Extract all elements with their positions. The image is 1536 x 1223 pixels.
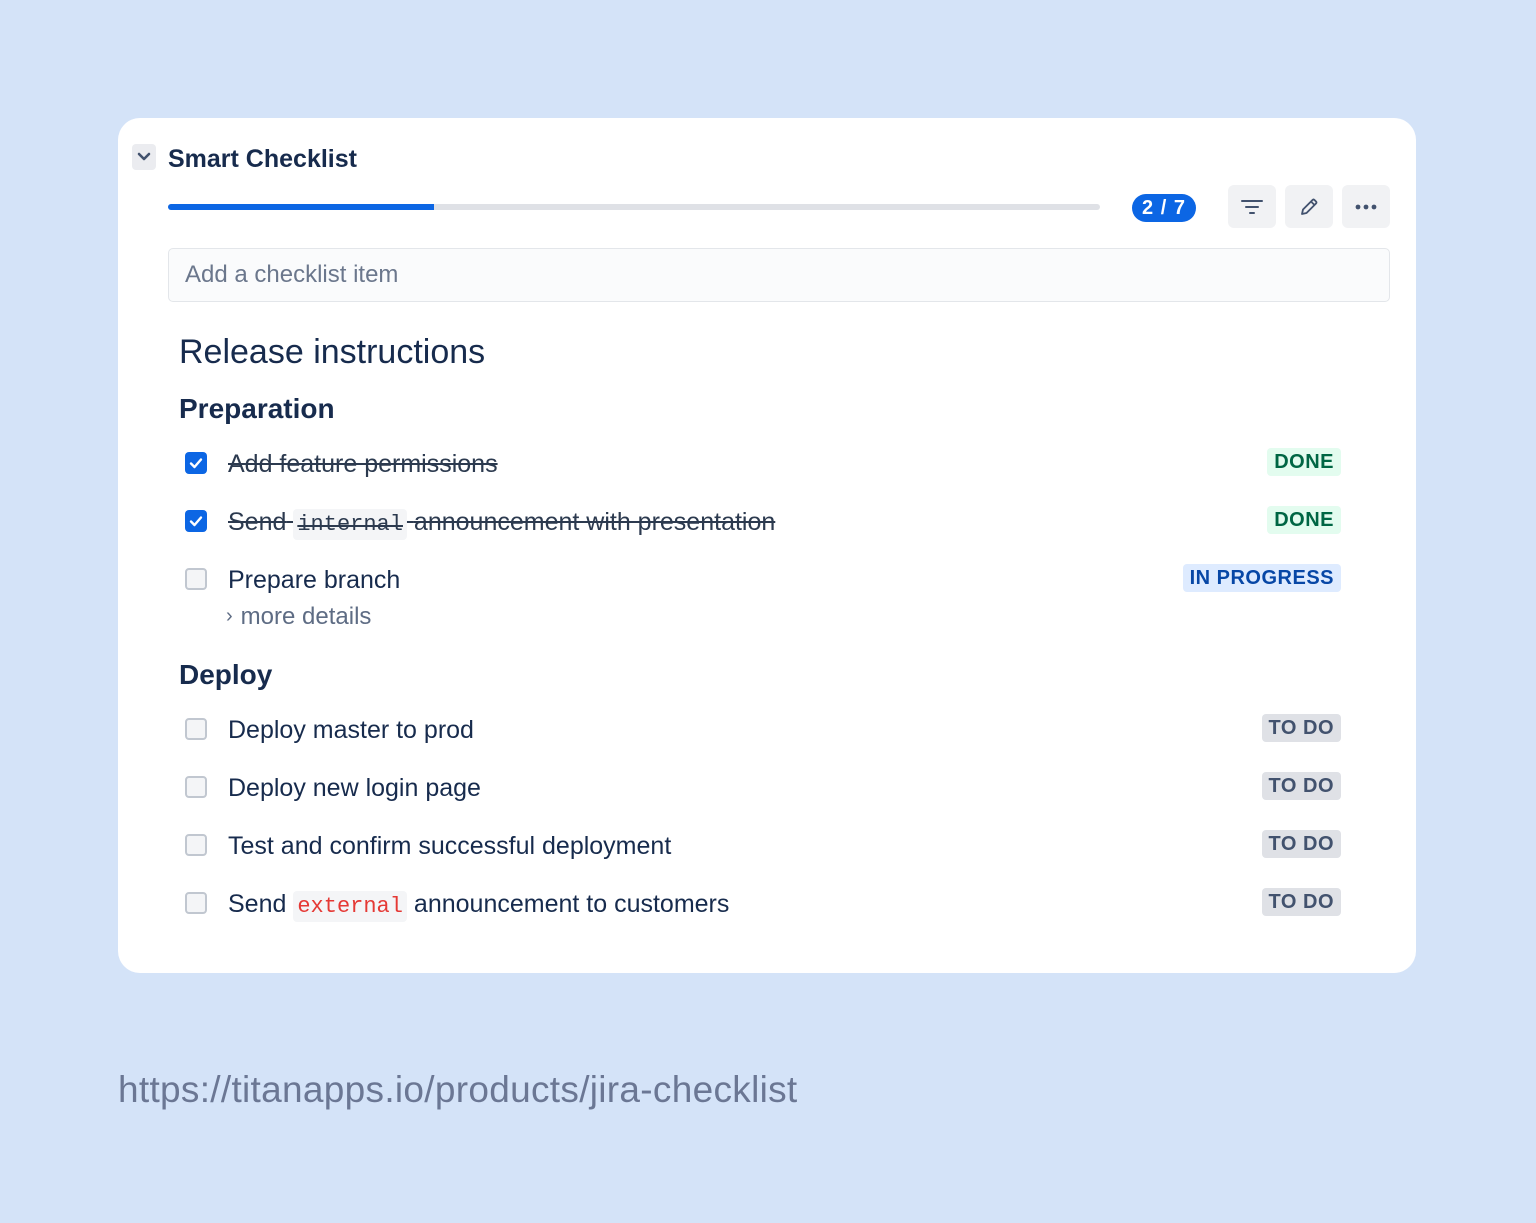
checkbox-unchecked[interactable] <box>185 718 207 740</box>
checklist-item: Prepare branch IN PROGRESS <box>118 560 1416 600</box>
more-horizontal-icon <box>1355 204 1377 210</box>
checklist-item: Send internal announcement with presenta… <box>118 502 1416 542</box>
filter-button[interactable] <box>1228 185 1276 228</box>
progress-count-badge: 2 / 7 <box>1132 194 1196 222</box>
checkmark-icon <box>188 513 204 529</box>
status-badge[interactable]: DONE <box>1267 448 1341 476</box>
checkbox-unchecked[interactable] <box>185 568 207 590</box>
checklist-item: Test and confirm successful deployment T… <box>118 826 1416 866</box>
more-details-toggle[interactable]: › more details <box>226 602 371 633</box>
checkbox-checked[interactable] <box>185 510 207 532</box>
footer-url: https://titanapps.io/products/jira-check… <box>118 1066 798 1114</box>
checklist-card: Smart Checklist 2 / 7 Release instructio… <box>118 118 1416 973</box>
status-badge[interactable]: TO DO <box>1262 830 1341 858</box>
chevron-right-icon: › <box>226 605 233 627</box>
checklist-item: Add feature permissions DONE <box>118 444 1416 484</box>
item-text-before: Send <box>228 508 286 536</box>
status-badge[interactable]: IN PROGRESS <box>1183 564 1341 592</box>
more-details-label: more details <box>241 603 372 630</box>
edit-button[interactable] <box>1285 185 1333 228</box>
item-text-after: announcement to customers <box>414 890 729 918</box>
more-button[interactable] <box>1342 185 1390 228</box>
progress-fill <box>168 204 434 210</box>
checkbox-unchecked[interactable] <box>185 776 207 798</box>
checklist-title: Smart Checklist <box>168 144 357 174</box>
checklist-item: Deploy master to prod TO DO <box>118 710 1416 750</box>
progress-bar <box>168 204 1100 210</box>
checklist-item: Send external announcement to customers … <box>118 884 1416 924</box>
item-text[interactable]: Test and confirm successful deployment <box>228 830 671 862</box>
chevron-down-icon <box>137 152 151 162</box>
item-text-before: Send <box>228 890 286 918</box>
add-checklist-item-input[interactable] <box>168 248 1390 302</box>
checkmark-icon <box>188 455 204 471</box>
checkbox-checked[interactable] <box>185 452 207 474</box>
pencil-icon <box>1299 197 1319 217</box>
collapse-button[interactable] <box>132 144 156 170</box>
inline-code: external <box>293 891 407 922</box>
status-badge[interactable]: TO DO <box>1262 888 1341 916</box>
item-text-after: announcement with presentation <box>414 508 775 536</box>
checkbox-unchecked[interactable] <box>185 834 207 856</box>
item-text[interactable]: Deploy new login page <box>228 772 481 804</box>
item-text[interactable]: Add feature permissions <box>228 448 498 480</box>
status-badge[interactable]: TO DO <box>1262 772 1341 800</box>
item-text[interactable]: Send external announcement to customers <box>228 888 729 923</box>
item-text[interactable]: Send internal announcement with presenta… <box>228 506 775 541</box>
status-badge[interactable]: TO DO <box>1262 714 1341 742</box>
section-title-preparation: Preparation <box>179 392 335 426</box>
checkbox-unchecked[interactable] <box>185 892 207 914</box>
checklist-item: Deploy new login page TO DO <box>118 768 1416 808</box>
inline-code: internal <box>293 509 407 540</box>
item-text[interactable]: Prepare branch <box>228 564 400 596</box>
section-title-deploy: Deploy <box>179 658 272 692</box>
item-text[interactable]: Deploy master to prod <box>228 714 474 746</box>
checklist-heading: Release instructions <box>179 332 485 372</box>
filter-icon <box>1241 199 1263 215</box>
status-badge[interactable]: DONE <box>1267 506 1341 534</box>
